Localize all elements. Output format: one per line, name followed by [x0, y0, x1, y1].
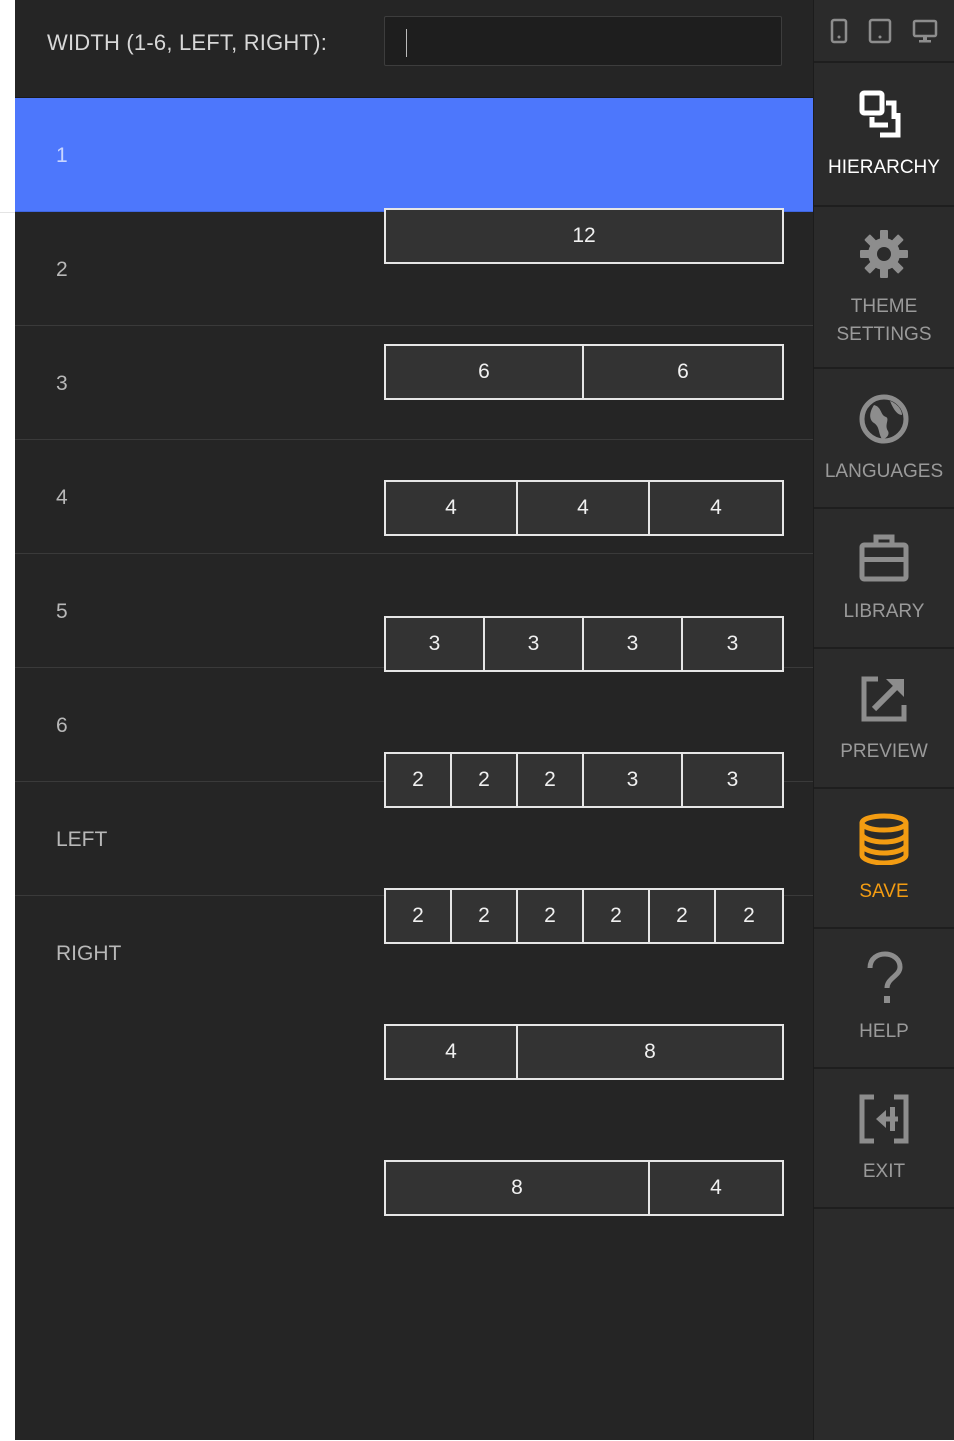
- nav-theme-settings[interactable]: THEME SETTINGS: [814, 207, 954, 369]
- width-option-label: RIGHT: [56, 942, 122, 965]
- width-input[interactable]: [384, 16, 782, 66]
- grid-cell: 6: [386, 346, 584, 398]
- grid-cell: 2: [452, 754, 518, 806]
- panel-header: WIDTH (1-6, LEFT, RIGHT):: [15, 0, 813, 98]
- grid-cell: 3: [726, 632, 739, 655]
- grid-option-6-6[interactable]: 6 6: [384, 344, 784, 400]
- nav-label: LANGUAGES: [824, 461, 944, 482]
- width-option-label: 2: [56, 258, 68, 281]
- grid-option-2-2-2-2-2-2[interactable]: 2 2 2 2 2 2: [384, 888, 784, 944]
- page-left-edge: [0, 0, 15, 1440]
- nav-hierarchy[interactable]: HIERARCHY: [814, 63, 954, 207]
- grid-cell: 2: [386, 754, 452, 806]
- width-option-label: 3: [56, 372, 68, 395]
- grid-cell: 4: [386, 482, 518, 534]
- grid-option-12[interactable]: 12: [384, 208, 784, 264]
- grid-cell: 2: [386, 890, 452, 942]
- question-icon: [858, 950, 910, 1008]
- desktop-icon[interactable]: [912, 18, 938, 44]
- nav-label: SAVE: [859, 881, 909, 902]
- nav-label: EXIT: [862, 1161, 906, 1182]
- gear-icon: [858, 225, 910, 283]
- grid-cell: 3: [584, 618, 683, 670]
- width-label: WIDTH (1-6, LEFT, RIGHT):: [47, 30, 327, 55]
- nav-label: PREVIEW: [840, 741, 928, 762]
- grid-cell: 12: [572, 224, 596, 247]
- nav-label: HELP: [859, 1021, 909, 1042]
- grid-cell: 6: [677, 360, 689, 383]
- hierarchy-icon: [858, 86, 910, 144]
- sidebar-empty-space: [814, 1209, 954, 1441]
- editor-sidebar: HIERARCHY THEME SETTINGS LANGUAGES LIBRA…: [813, 0, 954, 1440]
- grid-option-4-8[interactable]: 4 8: [384, 1024, 784, 1080]
- width-option-label: 6: [56, 714, 68, 737]
- grid-option-2-2-2-3-3[interactable]: 2 2 2 3 3: [384, 752, 784, 808]
- grid-option-4-4-4[interactable]: 4 4 4: [384, 480, 784, 536]
- grid-cell: 2: [650, 890, 716, 942]
- grid-cell: 3: [386, 618, 485, 670]
- width-option-label: 1: [56, 144, 68, 167]
- width-option-label: 4: [56, 486, 68, 509]
- grid-option-8-4[interactable]: 8 4: [384, 1160, 784, 1216]
- nav-label-line2: SETTINGS: [836, 324, 932, 345]
- nav-label: HIERARCHY: [828, 157, 940, 178]
- device-preview-bar: [814, 0, 954, 63]
- nav-help[interactable]: HELP: [814, 929, 954, 1069]
- nav-label-line1: THEME: [850, 296, 918, 317]
- database-icon: [858, 810, 910, 868]
- phone-icon[interactable]: [830, 18, 848, 44]
- grid-option-3-3-3-3[interactable]: 3 3 3 3: [384, 616, 784, 672]
- grid-cell: 3: [584, 754, 683, 806]
- nav-label: LIBRARY: [843, 601, 925, 622]
- grid-cell: 8: [644, 1040, 656, 1063]
- column-width-panel: WIDTH (1-6, LEFT, RIGHT): 1 2 3 4 5 6 LE…: [15, 0, 813, 1440]
- nav-languages[interactable]: LANGUAGES: [814, 369, 954, 509]
- text-caret: [406, 29, 407, 57]
- nav-library[interactable]: LIBRARY: [814, 509, 954, 649]
- grid-cell: 4: [518, 482, 650, 534]
- external-link-icon: [858, 670, 910, 728]
- tablet-icon[interactable]: [868, 18, 892, 44]
- width-option-label: LEFT: [56, 828, 108, 851]
- grid-cell: 3: [726, 768, 739, 791]
- grid-cell: 2: [584, 890, 650, 942]
- nav-preview[interactable]: PREVIEW: [814, 649, 954, 789]
- grid-cell: 4: [710, 1176, 722, 1199]
- width-option-label: 5: [56, 600, 68, 623]
- grid-cell: 2: [518, 890, 584, 942]
- grid-cell: 2: [518, 754, 584, 806]
- grid-cell: 2: [452, 890, 518, 942]
- briefcase-icon: [858, 530, 910, 588]
- width-option-1[interactable]: 1: [15, 98, 813, 212]
- grid-cell: 4: [710, 496, 722, 519]
- grid-cell: 4: [386, 1026, 518, 1078]
- globe-icon: [858, 390, 910, 448]
- grid-cell: 3: [485, 618, 584, 670]
- nav-save[interactable]: SAVE: [814, 789, 954, 929]
- exit-icon: [858, 1090, 910, 1148]
- nav-exit[interactable]: EXIT: [814, 1069, 954, 1209]
- grid-cell: 8: [386, 1162, 650, 1214]
- grid-cell: 2: [743, 904, 755, 927]
